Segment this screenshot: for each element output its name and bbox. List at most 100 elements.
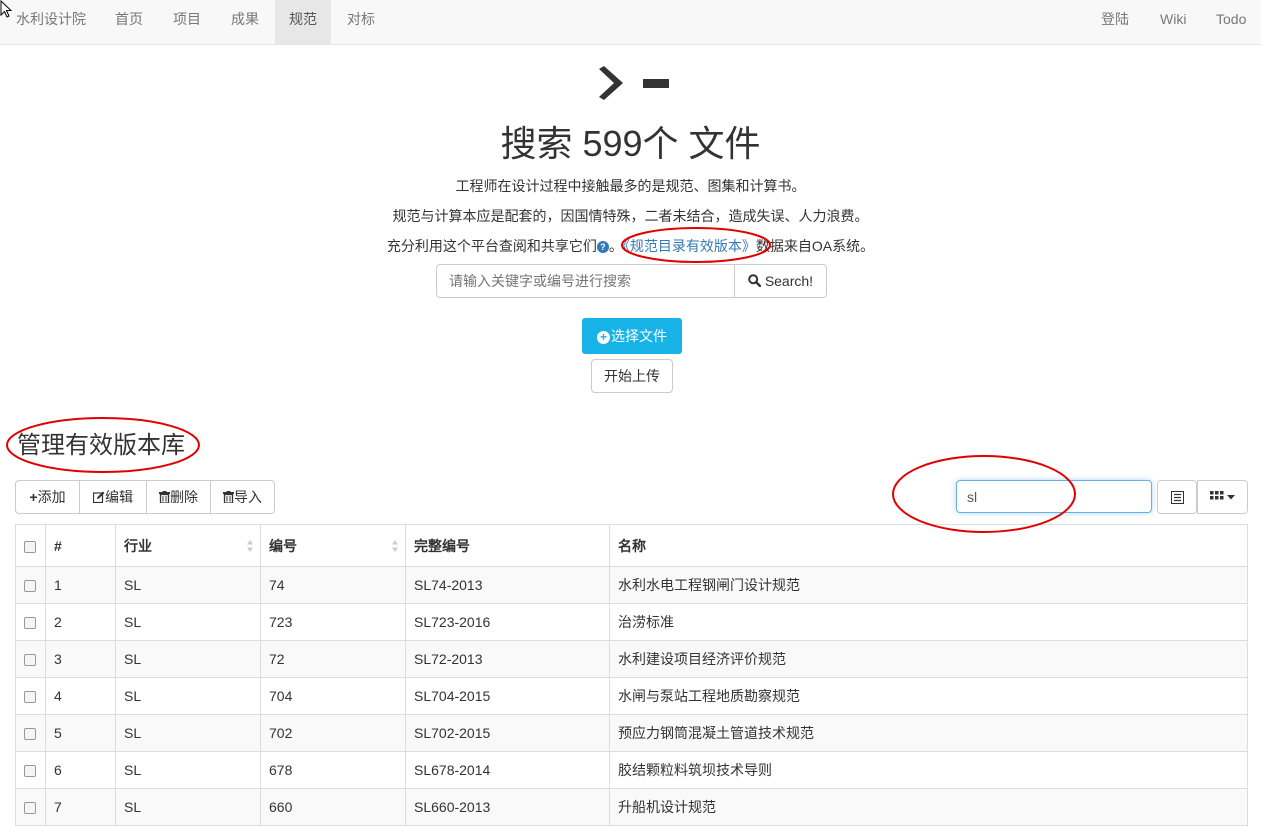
row-checkbox-cell xyxy=(15,603,46,641)
row-checkbox-cell xyxy=(15,566,46,604)
nav-brand[interactable]: 水利设计院 xyxy=(2,0,100,44)
row-full-code: SL678-2014 xyxy=(405,751,610,789)
row-full-code: SL660-2013 xyxy=(405,788,610,826)
row-name: 预应力钢筒混凝土管道技术规范 xyxy=(609,714,1248,752)
row-full-code: SL702-2015 xyxy=(405,714,610,752)
row-num: 6 xyxy=(45,751,116,789)
row-full-code: SL74-2013 xyxy=(405,566,610,604)
column-header-code-label: 编号 xyxy=(269,537,297,554)
intro-line-3-suffix: 数据来自OA系统。 xyxy=(755,238,875,254)
table-row[interactable]: 2 SL 723 SL723-2016 治涝标准 xyxy=(15,603,1248,641)
row-num: 4 xyxy=(45,677,116,715)
row-code: 704 xyxy=(260,677,406,715)
nav-item-benchmark[interactable]: 对标 xyxy=(333,0,389,44)
row-checkbox-cell xyxy=(15,714,46,752)
select-file-label: 选择文件 xyxy=(611,328,667,344)
plus-icon: + xyxy=(29,489,38,505)
row-code: 74 xyxy=(260,566,406,604)
column-header-industry-label: 行业 xyxy=(124,537,152,554)
table-body: 1 SL 74 SL74-2013 水利水电工程钢闸门设计规范 2 SL 723 SL723-2… xyxy=(15,566,1248,826)
edit-button[interactable]: 编辑 xyxy=(79,480,147,514)
start-upload-button[interactable]: 开始上传 xyxy=(591,359,673,393)
row-industry: SL xyxy=(115,603,261,641)
row-industry: SL xyxy=(115,677,261,715)
page-title: 搜索 599个 文件 xyxy=(500,123,761,164)
terminal-cursor-bar xyxy=(643,79,669,88)
delete-button-label: 删除 xyxy=(170,489,198,505)
select-all-header[interactable] xyxy=(15,524,46,567)
row-checkbox[interactable] xyxy=(24,802,36,815)
row-full-code: SL704-2015 xyxy=(405,677,610,715)
select-file-button[interactable]: + 选择文件 xyxy=(582,318,682,354)
row-checkbox[interactable] xyxy=(24,728,36,741)
row-checkbox[interactable] xyxy=(24,691,36,704)
nav-item-login[interactable]: 登陆 xyxy=(1087,0,1143,44)
column-header-code[interactable]: 编号 xyxy=(260,524,406,567)
table-row[interactable]: 3 SL 72 SL72-2013 水利建设项目经济评价规范 xyxy=(15,640,1248,678)
question-circle-icon[interactable]: ? xyxy=(596,241,609,253)
row-name: 升船机设计规范 xyxy=(609,788,1248,826)
intro-line-3-prefix: 充分利用这个平台查阅和共享它们 xyxy=(386,238,597,254)
nav-item-standards[interactable]: 规范 xyxy=(275,0,331,44)
standards-table: # 行业 编号 完整编号 名称 1 SL 74 SL74-2013 水利水电工程钢闸门设… xyxy=(15,524,1248,826)
row-num: 1 xyxy=(45,566,116,604)
nav-item-results[interactable]: 成果 xyxy=(217,0,273,44)
row-checkbox-cell xyxy=(15,788,46,826)
toggle-view-button[interactable] xyxy=(1157,480,1197,514)
import-button-label: 导入 xyxy=(234,489,262,505)
import-button[interactable]: 导入 xyxy=(210,480,275,514)
nav-item-home[interactable]: 首页 xyxy=(101,0,157,44)
add-button-label: 添加 xyxy=(37,489,66,505)
column-header-industry[interactable]: 行业 xyxy=(115,524,261,567)
row-checkbox-cell xyxy=(15,640,46,678)
row-num: 3 xyxy=(45,640,116,678)
intro-line-3: 充分利用这个平台查阅和共享它们? 。《规范目录有效版本》数据来自OA系统。 xyxy=(0,236,1261,256)
row-full-code: SL723-2016 xyxy=(405,603,610,641)
table-row[interactable]: 5 SL 702 SL702-2015 预应力钢筒混凝土管道技术规范 xyxy=(15,714,1248,752)
trash-icon xyxy=(159,491,170,504)
navbar: 水利设计院 首页 项目 成果 规范 对标 登陆 Wiki Todo xyxy=(0,0,1261,45)
row-code: 72 xyxy=(260,640,406,678)
row-checkbox[interactable] xyxy=(24,765,36,778)
delete-button[interactable]: 删除 xyxy=(146,480,211,514)
columns-dropdown-button[interactable] xyxy=(1197,480,1248,514)
intro-line-2: 规范与计算本应是配套的，因国情特殊，二者未结合，造成失误、人力浪费。 xyxy=(392,208,869,224)
row-industry: SL xyxy=(115,714,261,752)
row-num: 2 xyxy=(45,603,116,641)
sort-icon xyxy=(392,540,398,552)
table-filter-input[interactable]: sl xyxy=(956,480,1152,513)
row-code: 723 xyxy=(260,603,406,641)
row-code: 702 xyxy=(260,714,406,752)
row-name: 水利建设项目经济评价规范 xyxy=(609,640,1248,678)
row-name: 治涝标准 xyxy=(609,603,1248,641)
table-row[interactable]: 6 SL 678 SL678-2014 胶结颗粒料筑坝技术导则 xyxy=(15,751,1248,789)
row-code: 678 xyxy=(260,751,406,789)
row-checkbox[interactable] xyxy=(24,580,36,593)
search-input[interactable] xyxy=(436,264,735,298)
nav-item-wiki[interactable]: Wiki xyxy=(1146,0,1200,44)
standards-catalog-link[interactable]: 《规范目录有效版本》 xyxy=(623,238,756,254)
row-checkbox-cell xyxy=(15,677,46,715)
row-industry: SL xyxy=(115,566,261,604)
row-num: 7 xyxy=(45,788,116,826)
column-header-num[interactable]: # xyxy=(45,524,116,567)
table-row[interactable]: 7 SL 660 SL660-2013 升船机设计规范 xyxy=(15,788,1248,826)
list-view-icon xyxy=(1170,491,1184,504)
trash-icon xyxy=(223,491,234,504)
nav-item-todo[interactable]: Todo xyxy=(1202,0,1260,44)
add-button[interactable]: +添加 xyxy=(15,480,80,514)
row-checkbox[interactable] xyxy=(24,617,36,630)
row-checkbox[interactable] xyxy=(24,654,36,667)
table-row[interactable]: 4 SL 704 SL704-2015 水闸与泵站工程地质勘察规范 xyxy=(15,677,1248,715)
column-header-full-code[interactable]: 完整编号 xyxy=(405,524,610,567)
table-row[interactable]: 1 SL 74 SL74-2013 水利水电工程钢闸门设计规范 xyxy=(15,566,1248,604)
nav-item-projects[interactable]: 项目 xyxy=(159,0,215,44)
select-all-checkbox[interactable] xyxy=(24,540,36,553)
row-industry: SL xyxy=(115,751,261,789)
row-industry: SL xyxy=(115,640,261,678)
edit-icon xyxy=(92,491,105,504)
terminal-logo-icon xyxy=(599,66,623,100)
column-header-name[interactable]: 名称 xyxy=(609,524,1248,567)
plus-circle-icon: + xyxy=(597,331,610,344)
search-button[interactable]: Search! xyxy=(734,264,827,298)
